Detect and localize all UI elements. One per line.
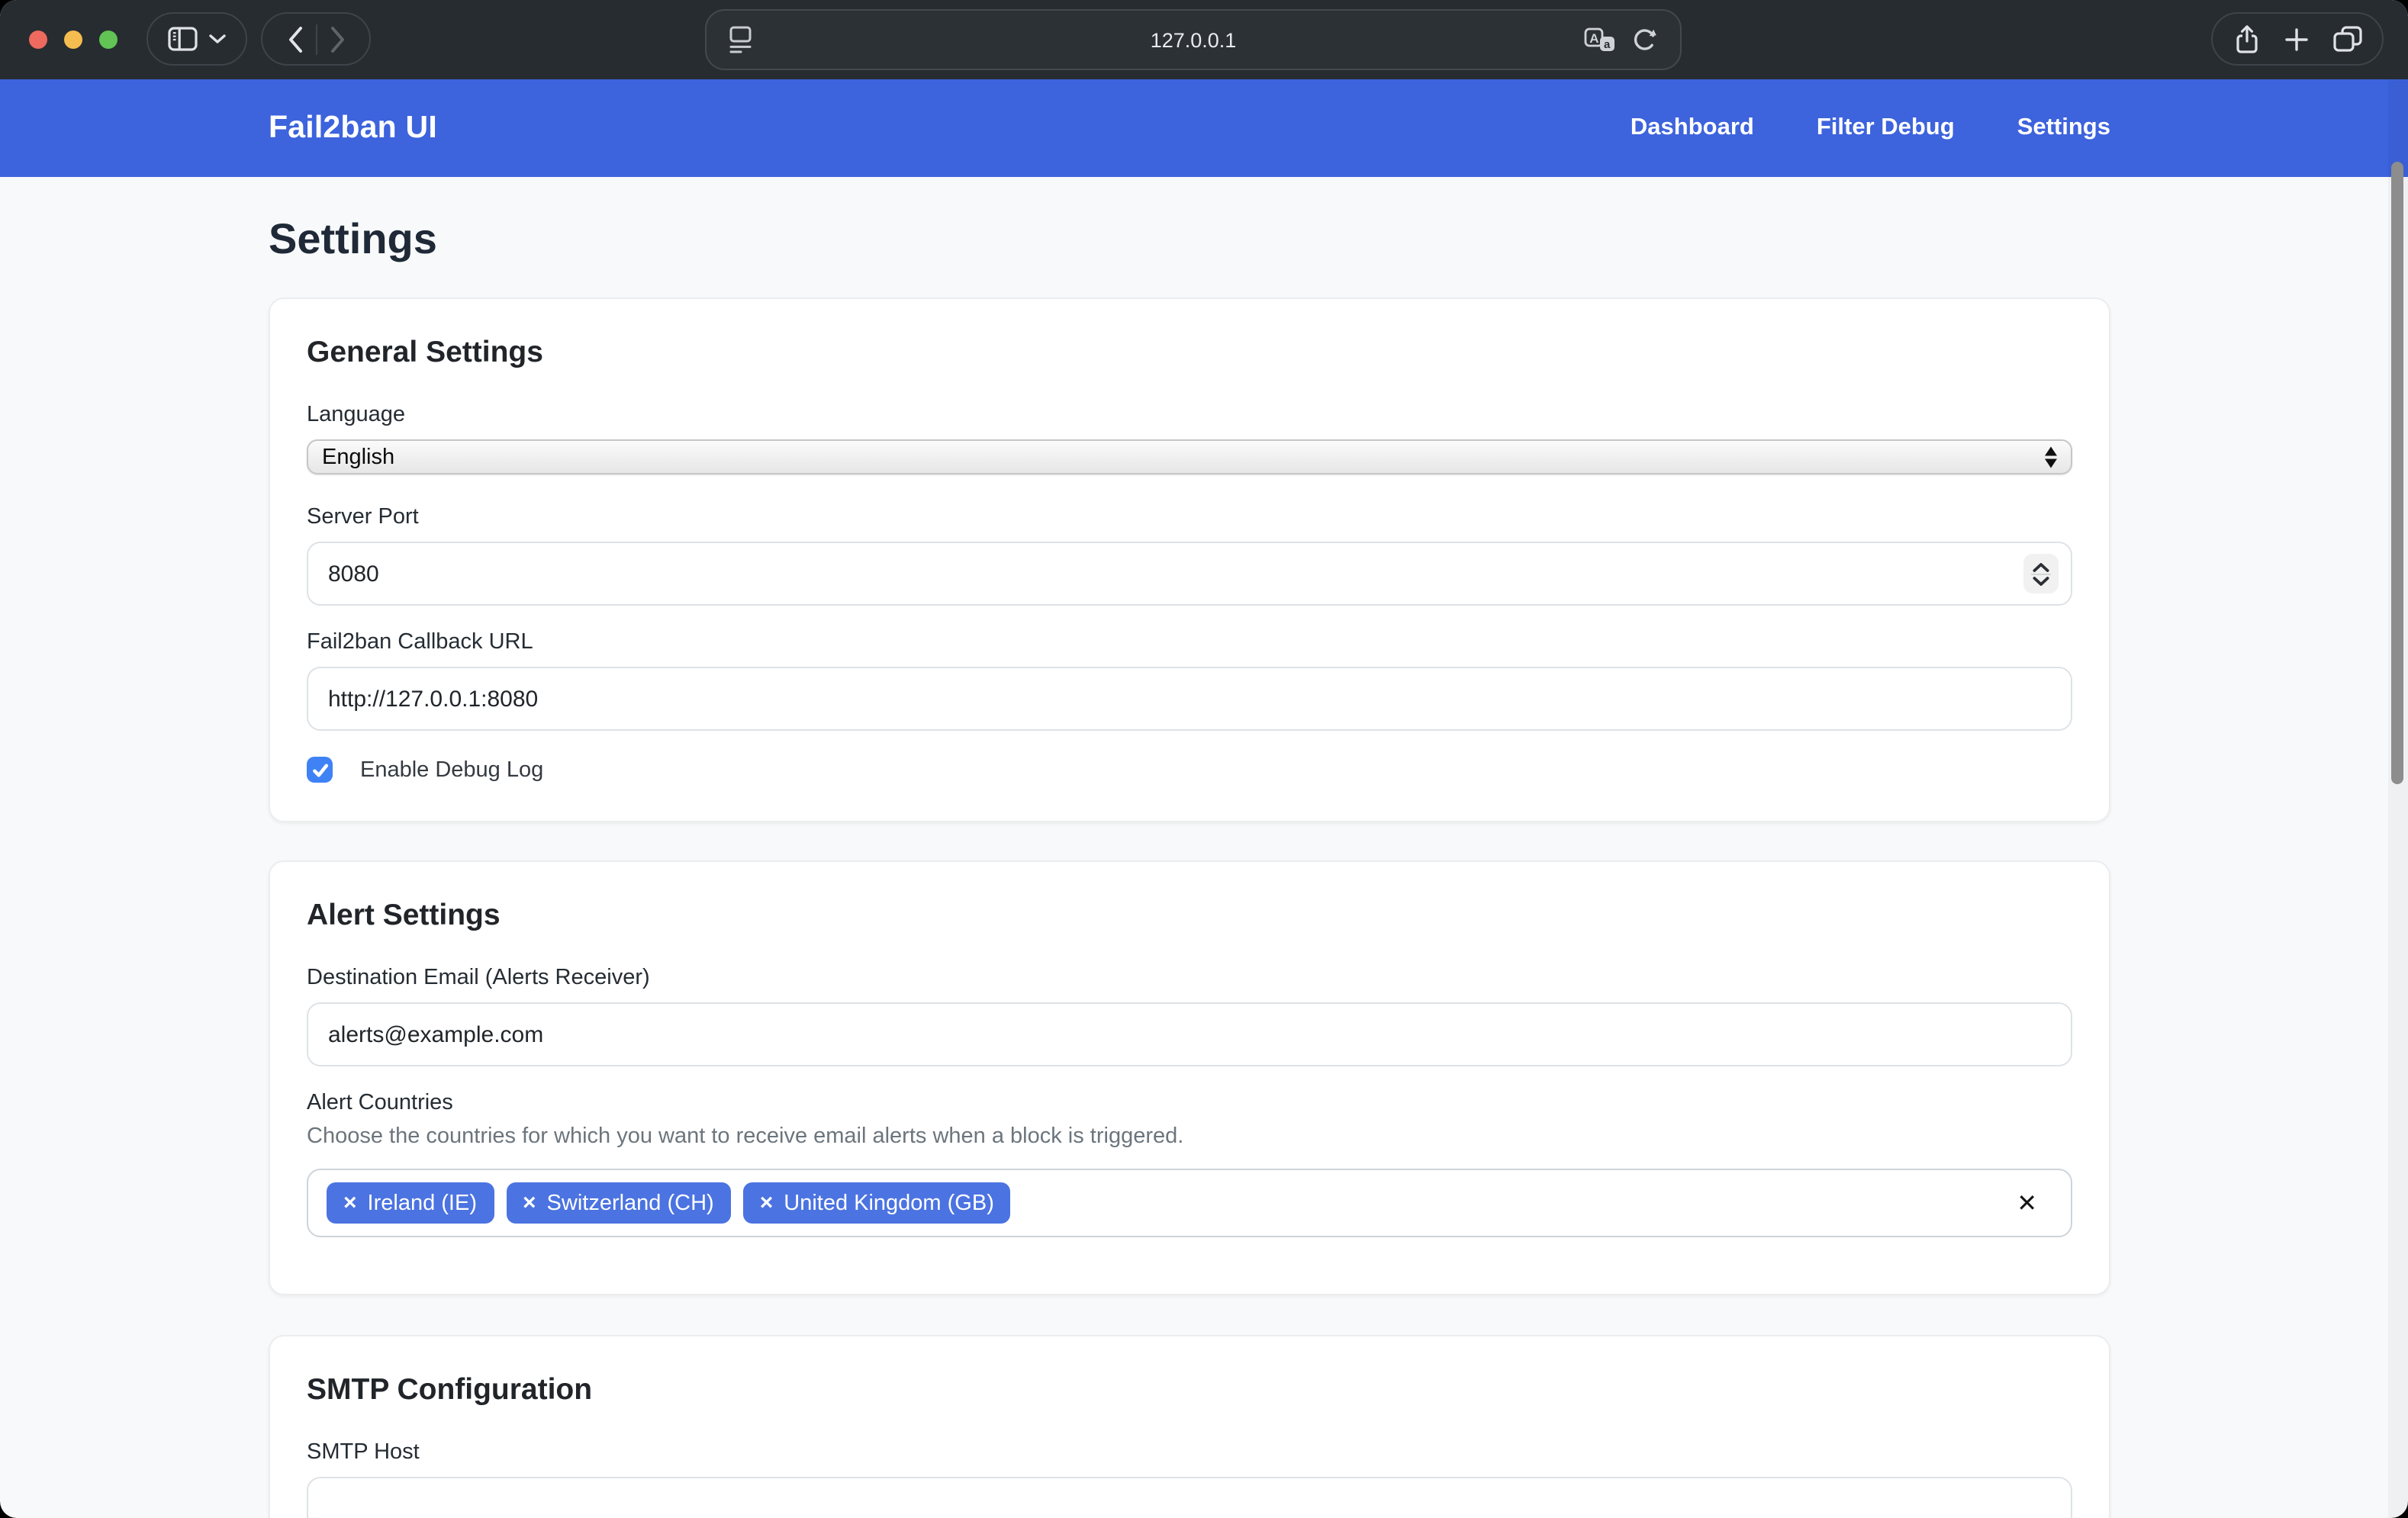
debug-log-checkbox[interactable] xyxy=(307,757,333,783)
country-tag[interactable]: × United Kingdom (GB) xyxy=(743,1182,1011,1224)
translate-icon[interactable]: A a xyxy=(1584,27,1616,53)
divider xyxy=(315,24,317,54)
alert-settings-card: Alert Settings Destination Email (Alerts… xyxy=(269,860,2110,1295)
address-bar[interactable]: 127.0.0.1 A a xyxy=(705,9,1682,70)
country-tag[interactable]: × Switzerland (CH) xyxy=(506,1182,731,1224)
nav-link-dashboard[interactable]: Dashboard xyxy=(1631,114,1754,142)
country-tag[interactable]: × Ireland (IE) xyxy=(327,1182,494,1224)
smtp-host-label: SMTP Host xyxy=(307,1440,2072,1465)
destination-email-label: Destination Email (Alerts Receiver) xyxy=(307,966,2072,990)
country-tag-label: United Kingdom (GB) xyxy=(784,1191,994,1215)
toolbar-right-group xyxy=(2211,12,2384,66)
browser-window: 127.0.0.1 A a xyxy=(0,0,2408,1518)
smtp-configuration-card: SMTP Configuration SMTP Host xyxy=(269,1335,2110,1518)
window-controls xyxy=(29,31,118,49)
alert-countries-help: Choose the countries for which you want … xyxy=(307,1124,2072,1149)
callback-url-input[interactable] xyxy=(307,667,2072,731)
general-settings-card: General Settings Language English Server… xyxy=(269,297,2110,822)
new-tab-icon[interactable] xyxy=(2284,27,2308,51)
reload-icon[interactable] xyxy=(1631,27,1657,53)
sidebar-toggle-button[interactable] xyxy=(146,12,247,66)
browser-toolbar: 127.0.0.1 A a xyxy=(0,0,2408,79)
number-stepper[interactable] xyxy=(2023,554,2059,593)
callback-url-label: Fail2ban Callback URL xyxy=(307,630,2072,654)
tab-overview-icon[interactable] xyxy=(2332,26,2361,52)
scrollbar-track[interactable] xyxy=(2388,79,2408,1518)
page-title: Settings xyxy=(269,215,2408,264)
svg-text:a: a xyxy=(1604,38,1611,51)
remove-tag-icon[interactable]: × xyxy=(760,1192,774,1214)
select-arrows-icon xyxy=(2045,446,2057,468)
general-settings-title: General Settings xyxy=(307,336,2072,371)
smtp-host-input[interactable] xyxy=(307,1477,2072,1518)
destination-email-input[interactable] xyxy=(307,1002,2072,1066)
svg-text:A: A xyxy=(1589,31,1598,46)
nav-links: Dashboard Filter Debug Settings xyxy=(1631,114,2110,142)
app-brand[interactable]: Fail2ban UI xyxy=(269,110,437,146)
server-port-input[interactable] xyxy=(307,542,2072,606)
history-nav-group xyxy=(261,12,371,66)
country-tag-label: Ireland (IE) xyxy=(368,1191,477,1215)
zoom-window-button[interactable] xyxy=(99,31,118,49)
country-tag-label: Switzerland (CH) xyxy=(547,1191,714,1215)
language-select[interactable]: English xyxy=(307,439,2072,474)
remove-tag-icon[interactable]: × xyxy=(343,1192,357,1214)
nav-link-settings[interactable]: Settings xyxy=(2017,114,2110,142)
minimize-window-button[interactable] xyxy=(64,31,82,49)
back-button[interactable] xyxy=(286,25,303,53)
language-select-value: English xyxy=(322,445,394,469)
language-label: Language xyxy=(307,403,2072,427)
app-navbar: Fail2ban UI Dashboard Filter Debug Setti… xyxy=(0,79,2408,177)
alert-settings-title: Alert Settings xyxy=(307,899,2072,934)
clear-all-icon[interactable]: ✕ xyxy=(2017,1188,2037,1218)
forward-button[interactable] xyxy=(329,25,346,53)
share-icon[interactable] xyxy=(2233,24,2259,54)
chevron-down-icon xyxy=(209,34,226,44)
alert-countries-label: Alert Countries xyxy=(307,1091,2072,1115)
nav-link-filter-debug[interactable]: Filter Debug xyxy=(1817,114,1955,142)
remove-tag-icon[interactable]: × xyxy=(523,1192,536,1214)
url-text[interactable]: 127.0.0.1 xyxy=(707,11,1680,69)
server-port-label: Server Port xyxy=(307,505,2072,529)
debug-log-label[interactable]: Enable Debug Log xyxy=(360,757,543,782)
close-window-button[interactable] xyxy=(29,31,47,49)
alert-countries-input[interactable]: × Ireland (IE) × Switzerland (CH) × Unit… xyxy=(307,1169,2072,1237)
smtp-configuration-title: SMTP Configuration xyxy=(307,1373,2072,1408)
scrollbar-thumb[interactable] xyxy=(2391,162,2403,784)
sidebar-icon xyxy=(168,26,198,52)
